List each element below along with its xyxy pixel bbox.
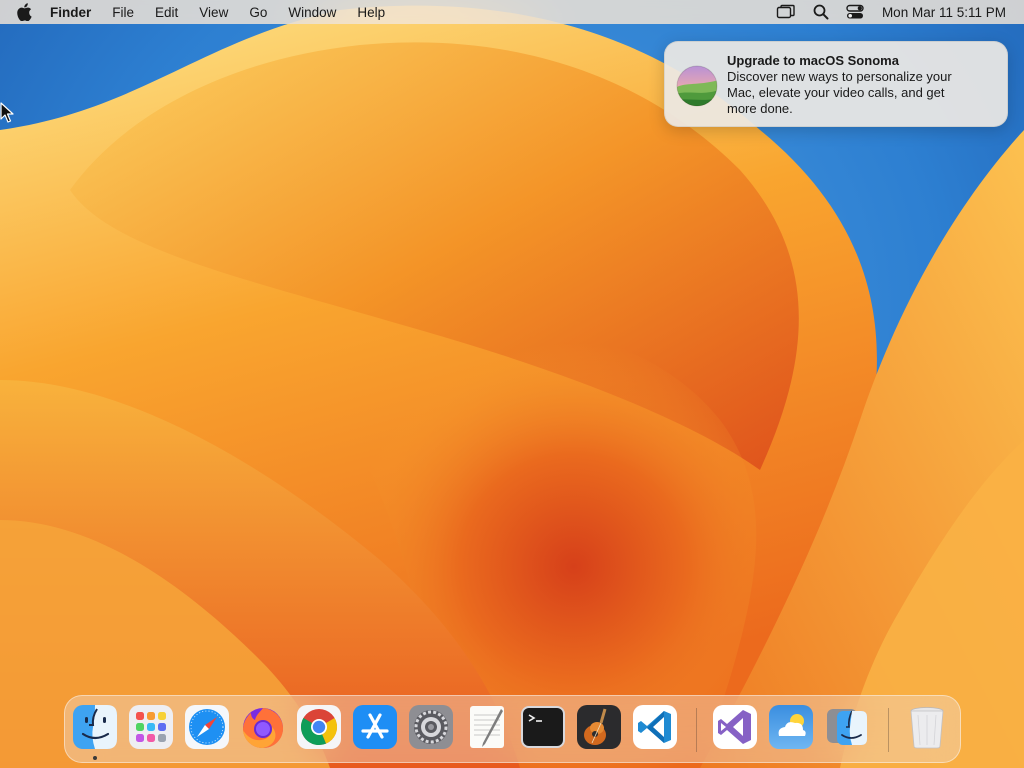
migration-assistant-icon (827, 709, 867, 745)
finder-running-indicator (93, 756, 97, 760)
dock (64, 695, 961, 763)
dock-app-store[interactable] (351, 703, 399, 751)
dock-launchpad[interactable] (127, 703, 175, 751)
safari-icon (185, 705, 229, 749)
notification-body: Discover new ways to personalize your Ma… (727, 69, 952, 116)
dock-vscode[interactable] (631, 703, 679, 751)
dock-weather[interactable] (767, 703, 815, 751)
dock-chrome[interactable] (295, 703, 343, 751)
visual-studio-icon (713, 705, 757, 749)
terminal-icon (521, 706, 565, 748)
menu-window[interactable]: Window (288, 5, 336, 20)
dock-garageband[interactable] (575, 703, 623, 751)
notification-title: Upgrade to macOS Sonoma (727, 53, 899, 68)
dock-system-settings[interactable] (407, 703, 455, 751)
dock-migration-assistant[interactable] (823, 703, 871, 751)
menu-go[interactable]: Go (249, 5, 267, 20)
app-store-icon (353, 705, 397, 749)
menu-view[interactable]: View (199, 5, 228, 20)
menu-app-name[interactable]: Finder (50, 5, 91, 20)
textedit-icon (470, 706, 504, 748)
apple-menu-icon[interactable] (16, 3, 34, 21)
dock-textedit[interactable] (463, 703, 511, 751)
dock-safari[interactable] (183, 703, 231, 751)
screen-mirroring-icon[interactable] (776, 4, 796, 20)
system-settings-icon (409, 705, 453, 749)
dock-visual-studio[interactable] (711, 703, 759, 751)
desktop[interactable]: Finder File Edit View Go Window Help Mon… (0, 0, 1024, 768)
launchpad-icon (129, 705, 173, 749)
finder-icon (73, 705, 117, 749)
chrome-icon (297, 705, 341, 749)
trash-icon (910, 707, 944, 749)
menu-help[interactable]: Help (357, 5, 385, 20)
menu-edit[interactable]: Edit (155, 5, 178, 20)
dock-firefox[interactable] (239, 703, 287, 751)
dock-terminal[interactable] (519, 703, 567, 751)
spotlight-search-icon[interactable] (813, 4, 829, 20)
mouse-pointer-icon (0, 102, 14, 129)
menu-bar: Finder File Edit View Go Window Help Mon… (0, 0, 1024, 24)
macos-sonoma-icon (675, 64, 719, 108)
dock-trash[interactable] (903, 703, 951, 751)
dock-divider-2 (888, 708, 889, 752)
dock-finder[interactable] (71, 703, 119, 751)
garageband-icon (577, 705, 621, 749)
control-center-icon[interactable] (846, 4, 864, 20)
menu-file[interactable]: File (112, 5, 134, 20)
vscode-icon (633, 705, 677, 749)
menu-bar-clock[interactable]: Mon Mar 11 5:11 PM (882, 5, 1006, 20)
weather-icon (769, 705, 813, 749)
upgrade-notification[interactable]: Upgrade to macOS Sonoma Discover new way… (664, 41, 1008, 127)
dock-divider-1 (696, 708, 697, 752)
firefox-icon (243, 708, 284, 748)
